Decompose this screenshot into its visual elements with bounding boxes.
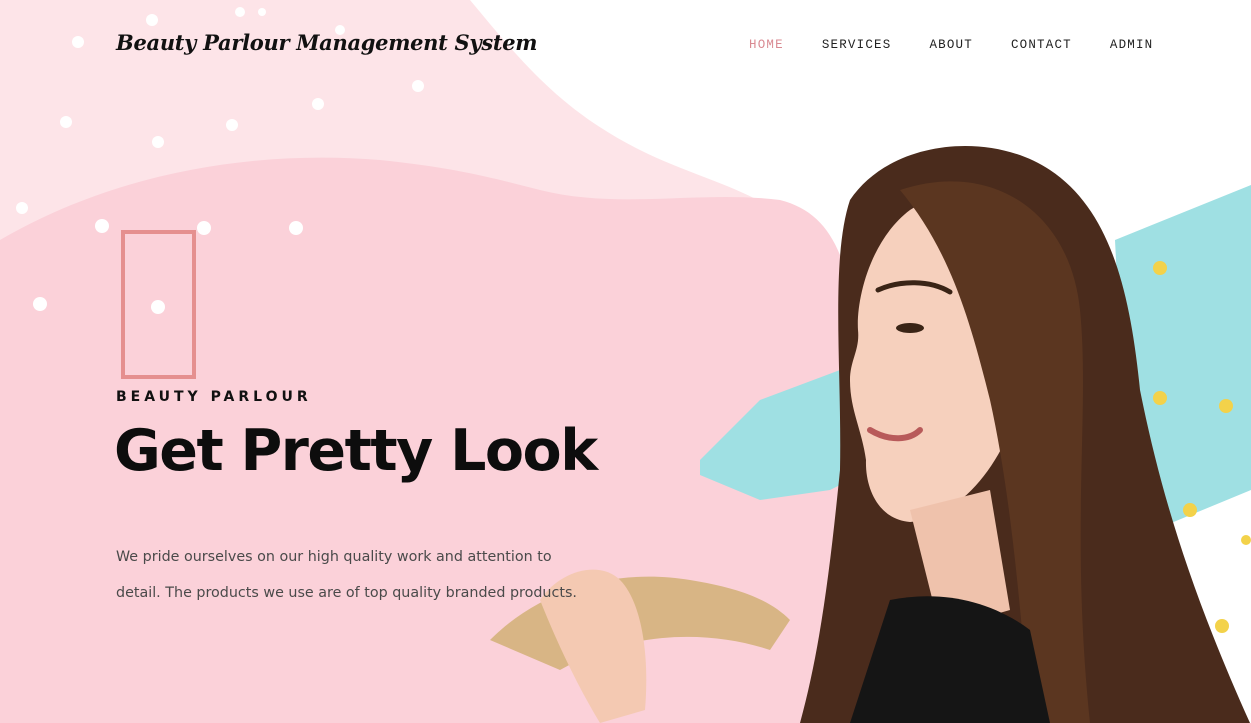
hero-headline: Get Pretty Look (114, 418, 598, 484)
nav-about[interactable]: ABOUT (929, 38, 973, 52)
nav-contact[interactable]: CONTACT (1011, 38, 1072, 52)
site-header: Beauty Parlour Management System HOME SE… (0, 0, 1251, 92)
hero-kicker: BEAUTY PARLOUR (116, 389, 312, 405)
nav-home[interactable]: HOME (749, 38, 784, 52)
nav-services[interactable]: SERVICES (822, 38, 892, 52)
main-nav: HOME SERVICES ABOUT CONTACT ADMIN (749, 38, 1153, 52)
brand-logo[interactable]: Beauty Parlour Management System (116, 30, 538, 55)
hero-description: We pride ourselves on our high quality w… (116, 549, 577, 601)
landing-page: Beauty Parlour Management System HOME SE… (0, 0, 1251, 723)
nav-admin[interactable]: ADMIN (1110, 38, 1154, 52)
eye (896, 323, 924, 333)
decorative-frame (121, 230, 196, 379)
